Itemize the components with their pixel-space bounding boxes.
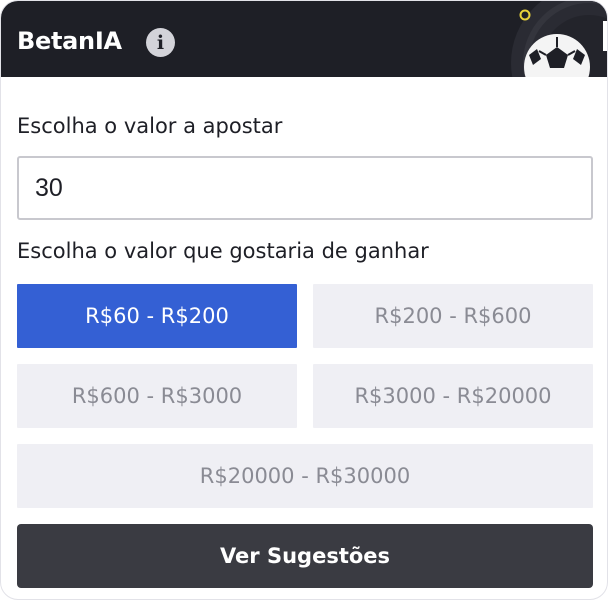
- info-icon[interactable]: i: [146, 28, 175, 57]
- betania-widget: BetanIA i Escolha o valor a apostar Esco…: [0, 0, 608, 600]
- win-option-600-3000[interactable]: R$600 - R$3000: [17, 364, 297, 428]
- win-option-60-200[interactable]: R$60 - R$200: [17, 284, 297, 348]
- bet-amount-label: Escolha o valor a apostar: [17, 114, 283, 138]
- deco-edge: [603, 21, 607, 51]
- brand-title: BetanIA: [17, 27, 122, 55]
- win-range-options: R$60 - R$200 R$200 - R$600 R$600 - R$300…: [17, 284, 593, 508]
- header: BetanIA i: [1, 1, 607, 77]
- content: Escolha o valor a apostar Escolha o valo…: [1, 111, 607, 588]
- bet-amount-input[interactable]: [17, 156, 593, 220]
- win-option-200-600[interactable]: R$200 - R$600: [313, 284, 593, 348]
- see-suggestions-button[interactable]: Ver Sugestões: [17, 524, 593, 588]
- win-option-3000-20000[interactable]: R$3000 - R$20000: [313, 364, 593, 428]
- soccer-ball-decoration: [511, 1, 607, 77]
- win-option-20000-30000[interactable]: R$20000 - R$30000: [17, 444, 593, 508]
- win-range-label: Escolha o valor que gostaria de ganhar: [17, 239, 429, 263]
